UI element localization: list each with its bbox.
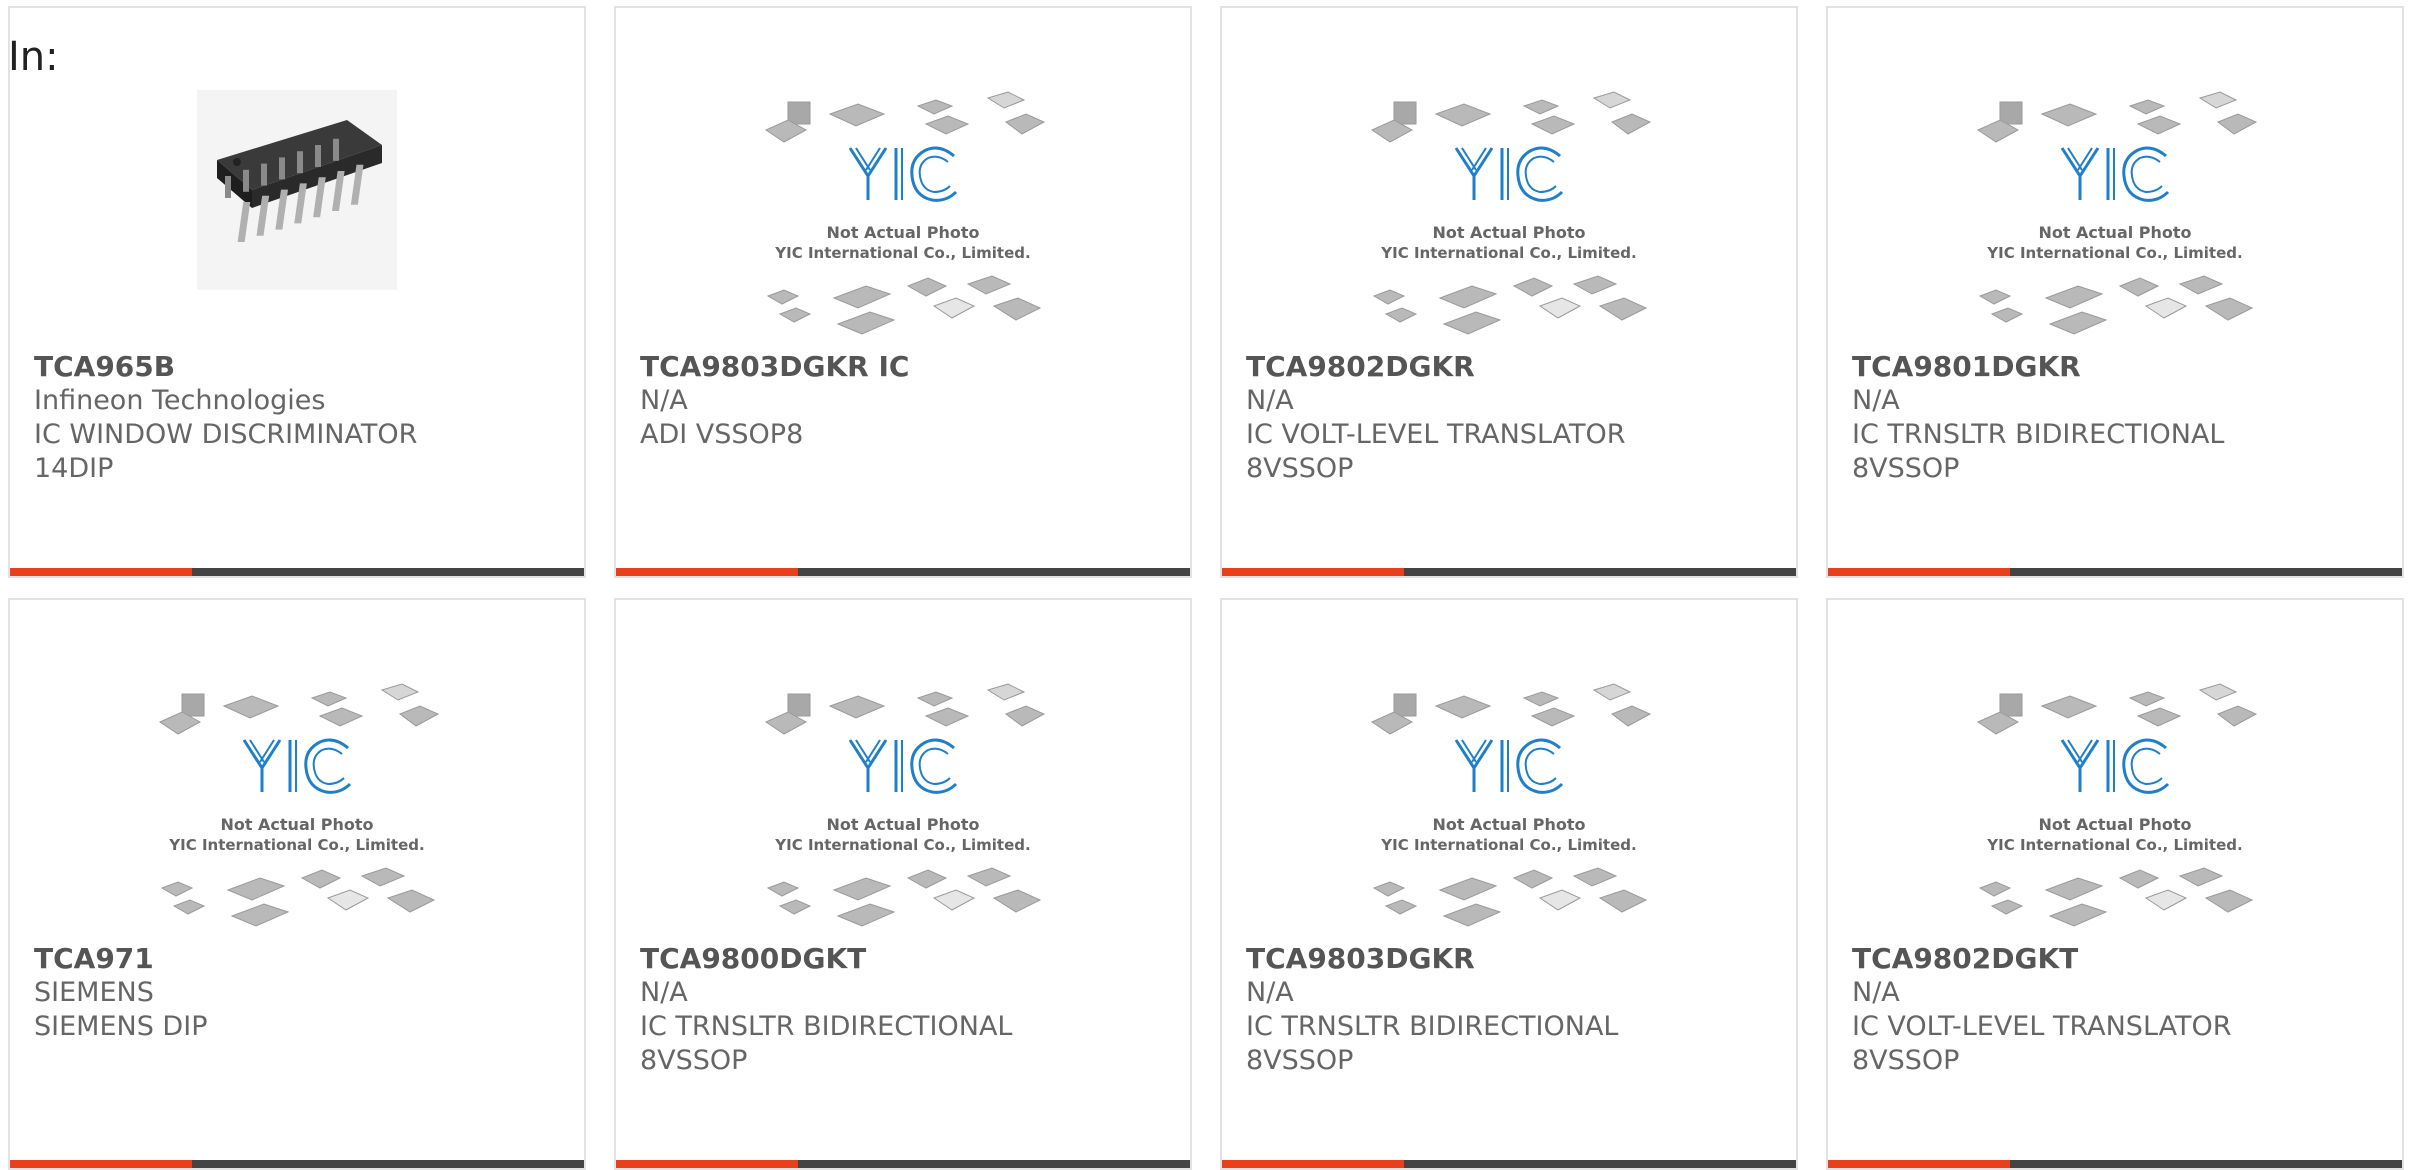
svg-text:YIC International Co., Limited: YIC International Co., Limited. — [774, 836, 1030, 854]
svg-text:YIC International Co., Limited: YIC International Co., Limited. — [1380, 244, 1636, 262]
product-image[interactable] — [10, 80, 584, 300]
description-text: 8VSSOP — [1852, 453, 1960, 484]
product-info: TCA9801DGKR N/A IC TRNSLTR BIDIRECTIONAL 8V… — [1852, 350, 2382, 486]
product-image[interactable]: Not Actual Photo YIC International Co., … — [1222, 660, 1796, 940]
card-accent-bar — [10, 568, 192, 576]
description-text: 8VSSOP — [1246, 1045, 1354, 1076]
card-bottom-bar — [10, 568, 584, 576]
card-bottom-bar — [10, 1160, 584, 1168]
card-accent-bar — [616, 1160, 798, 1168]
product-card[interactable]: Not Actual Photo YIC International Co., … — [1220, 598, 1798, 1170]
product-card[interactable]: Not Actual Photo YIC International Co., … — [1826, 598, 2404, 1170]
manufacturer-text: Infineon Technologies — [34, 385, 326, 416]
description-text: 8VSSOP — [1246, 453, 1354, 484]
manufacturer-text: N/A — [1852, 977, 1900, 1008]
product-info: TCA9803DGKR N/A IC TRNSLTR BIDIRECTIONAL 8V… — [1246, 942, 1776, 1078]
card-bottom-bar — [1828, 568, 2402, 576]
card-accent-bar — [1222, 1160, 1404, 1168]
page-heading: In: — [8, 34, 59, 80]
product-image[interactable]: Not Actual Photo YIC International Co., … — [1828, 660, 2402, 940]
chip-photo-icon — [197, 90, 397, 290]
product-info: TCA9802DGKR N/A IC VOLT-LEVEL TRANSLATOR 8V… — [1246, 350, 1776, 486]
product-image[interactable]: Not Actual Photo YIC International Co., … — [1222, 68, 1796, 348]
card-bottom-bar — [616, 568, 1190, 576]
description-text: SIEMENS DIP — [34, 1011, 208, 1042]
card-bottom-bar — [1222, 1160, 1796, 1168]
product-card[interactable]: Not Actual Photo YIC International Co., … — [1826, 6, 2404, 578]
product-card[interactable]: TCA965B Infineon Technologies IC WINDOW DI… — [8, 6, 586, 578]
placeholder-image-icon: Not Actual Photo YIC International Co., … — [764, 683, 1046, 927]
svg-text:Not Actual Photo: Not Actual Photo — [826, 815, 979, 834]
product-info: TCA9803DGKR IC N/A ADI VSSOP8 — [640, 350, 1170, 452]
svg-text:Not Actual Photo: Not Actual Photo — [826, 223, 979, 242]
placeholder-image-icon: Not Actual Photo YIC International Co., … — [1976, 91, 2258, 335]
svg-text:YIC International Co., Limited: YIC International Co., Limited. — [1380, 836, 1636, 854]
manufacturer-text: N/A — [1246, 977, 1294, 1008]
svg-text:YIC International Co., Limited: YIC International Co., Limited. — [1986, 836, 2242, 854]
description-text: IC VOLT-LEVEL TRANSLATOR — [1852, 1011, 2232, 1042]
manufacturer-text: N/A — [640, 385, 688, 416]
part-number-link[interactable]: TCA965B — [34, 350, 564, 384]
part-number-link[interactable]: TCA9803DGKR — [1246, 942, 1776, 976]
part-number-link[interactable]: TCA9800DGKT — [640, 942, 1170, 976]
description-text: 8VSSOP — [1852, 1045, 1960, 1076]
part-number-link[interactable]: TCA9801DGKR — [1852, 350, 2382, 384]
card-bottom-bar — [616, 1160, 1190, 1168]
card-accent-bar — [1828, 1160, 2010, 1168]
svg-text:Not Actual Photo: Not Actual Photo — [2038, 815, 2191, 834]
product-info: TCA9802DGKT N/A IC VOLT-LEVEL TRANSLATOR 8V… — [1852, 942, 2382, 1078]
placeholder-image-icon: Not Actual Photo YIC International Co., … — [1976, 683, 2258, 927]
card-bottom-bar — [1222, 568, 1796, 576]
description-text: IC TRNSLTR BIDIRECTIONAL — [640, 1011, 1013, 1042]
svg-text:YIC International Co., Limited: YIC International Co., Limited. — [774, 244, 1030, 262]
product-card[interactable]: Not Actual Photo YIC International Co., … — [614, 598, 1192, 1170]
placeholder-image-icon: Not Actual Photo YIC International Co., … — [764, 91, 1046, 335]
product-image[interactable]: Not Actual Photo YIC International Co., … — [10, 660, 584, 940]
description-text: ADI VSSOP8 — [640, 419, 804, 450]
svg-text:Not Actual Photo: Not Actual Photo — [2038, 223, 2191, 242]
part-number-link[interactable]: TCA9802DGKR — [1246, 350, 1776, 384]
description-text: 8VSSOP — [640, 1045, 748, 1076]
card-accent-bar — [1222, 568, 1404, 576]
description-text: 14DIP — [34, 453, 114, 484]
manufacturer-text: SIEMENS — [34, 977, 154, 1008]
card-accent-bar — [1828, 568, 2010, 576]
product-image[interactable]: Not Actual Photo YIC International Co., … — [1828, 68, 2402, 348]
card-accent-bar — [10, 1160, 192, 1168]
product-image[interactable]: Not Actual Photo YIC International Co., … — [616, 660, 1190, 940]
manufacturer-text: N/A — [1246, 385, 1294, 416]
product-card[interactable]: Not Actual Photo YIC International Co., … — [1220, 6, 1798, 578]
manufacturer-text: N/A — [1852, 385, 1900, 416]
svg-text:Not Actual Photo: Not Actual Photo — [1432, 815, 1585, 834]
svg-text:YIC International Co., Limited: YIC International Co., Limited. — [168, 836, 424, 854]
description-text: IC VOLT-LEVEL TRANSLATOR — [1246, 419, 1626, 450]
description-text: IC TRNSLTR BIDIRECTIONAL — [1246, 1011, 1619, 1042]
svg-text:Not Actual Photo: Not Actual Photo — [1432, 223, 1585, 242]
svg-text:Not Actual Photo: Not Actual Photo — [220, 815, 373, 834]
description-text: IC WINDOW DISCRIMINATOR — [34, 419, 418, 450]
card-accent-bar — [616, 568, 798, 576]
manufacturer-text: N/A — [640, 977, 688, 1008]
product-card[interactable]: Not Actual Photo YIC International Co., … — [614, 6, 1192, 578]
description-text: IC TRNSLTR BIDIRECTIONAL — [1852, 419, 2225, 450]
product-card[interactable]: Not Actual Photo YIC International Co., … — [8, 598, 586, 1170]
placeholder-image-icon: Not Actual Photo YIC International Co., … — [158, 683, 440, 927]
product-info: TCA9800DGKT N/A IC TRNSLTR BIDIRECTIONAL 8V… — [640, 942, 1170, 1078]
card-bottom-bar — [1828, 1160, 2402, 1168]
product-info: TCA965B Infineon Technologies IC WINDOW DI… — [34, 350, 564, 486]
part-number-link[interactable]: TCA9803DGKR IC — [640, 350, 1170, 384]
product-image[interactable]: Not Actual Photo YIC International Co., … — [616, 68, 1190, 348]
part-number-link[interactable]: TCA971 — [34, 942, 564, 976]
placeholder-image-icon: Not Actual Photo YIC International Co., … — [1370, 683, 1652, 927]
product-info: TCA971 SIEMENS SIEMENS DIP — [34, 942, 564, 1044]
placeholder-image-icon: Not Actual Photo YIC International Co., … — [1370, 91, 1652, 335]
svg-text:YIC International Co., Limited: YIC International Co., Limited. — [1986, 244, 2242, 262]
part-number-link[interactable]: TCA9802DGKT — [1852, 942, 2382, 976]
